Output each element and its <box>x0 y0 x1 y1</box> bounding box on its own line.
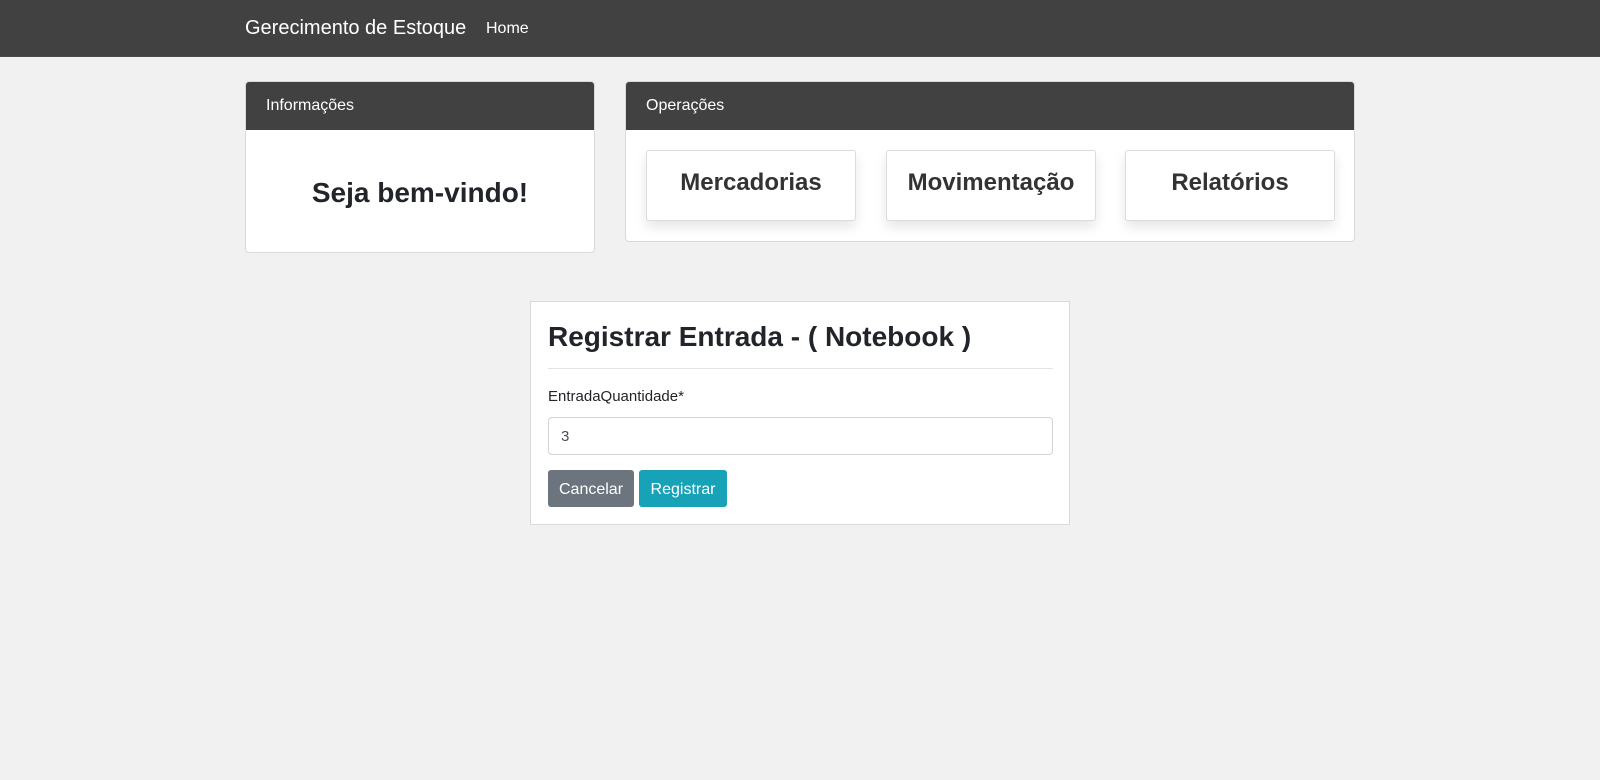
cancel-button[interactable]: Cancelar <box>548 470 634 507</box>
mercadorias-button[interactable]: Mercadorias <box>646 150 856 221</box>
nav-home-link[interactable]: Home <box>486 19 529 39</box>
operations-card-header: Operações <box>626 82 1354 130</box>
quantity-input[interactable] <box>548 417 1053 455</box>
form-title: Registrar Entrada - ( Notebook ) <box>548 321 972 352</box>
form-divider <box>548 368 1053 369</box>
welcome-message: Seja bem-vindo! <box>311 177 529 208</box>
info-card: Informações Seja bem-vindo! <box>245 81 595 253</box>
brand-link[interactable]: Gerecimento de Estoque <box>245 16 466 40</box>
operations-card: Operações Mercadorias Movimentação Relat… <box>625 81 1355 242</box>
top-navbar: Gerecimento de Estoque Home <box>0 0 1600 57</box>
register-button[interactable]: Registrar <box>639 470 727 507</box>
movimentacao-button[interactable]: Movimentação <box>886 150 1096 221</box>
register-entry-form: Registrar Entrada - ( Notebook ) Entrada… <box>530 301 1070 525</box>
info-card-header: Informações <box>246 82 594 130</box>
relatorios-button[interactable]: Relatórios <box>1125 150 1335 221</box>
quantity-label: EntradaQuantidade* <box>548 388 684 405</box>
